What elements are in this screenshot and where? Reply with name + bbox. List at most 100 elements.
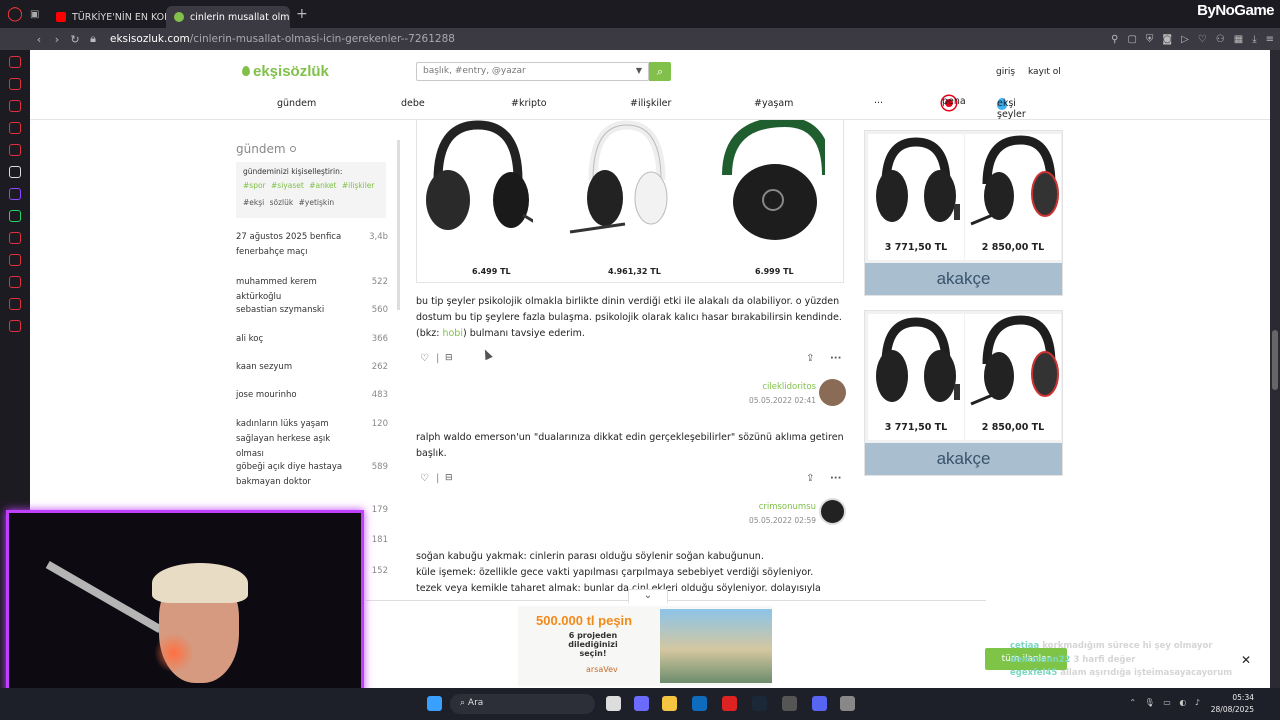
taskbar-clock[interactable]: 05:34 28/08/2025	[1211, 692, 1254, 716]
akakce-ad[interactable]: 3 771,50 TL 2 850,00 TL akakçe	[864, 310, 1063, 476]
list-item[interactable]: sebastian szymanski 560	[236, 303, 388, 318]
play-icon[interactable]: ▷	[1181, 34, 1189, 45]
taskbar-search[interactable]: ⌕ Ara	[450, 694, 595, 714]
nav-kripto[interactable]: #kripto	[511, 98, 547, 109]
favorite-icon[interactable]: ♡	[420, 473, 429, 484]
reload-icon[interactable]: ↻	[66, 33, 84, 46]
snapshot-icon[interactable]: ▢	[1127, 34, 1136, 45]
copilot-icon[interactable]	[634, 696, 649, 711]
url-field[interactable]: eksisozluk.com/cinlerin-musallat-olmasi-…	[110, 33, 455, 45]
entry-author[interactable]: cileklidoritos	[700, 382, 816, 392]
entry-date[interactable]: 05.05.2022 02:41	[700, 396, 816, 405]
file-explorer-icon[interactable]	[662, 696, 677, 711]
sidebar-spark-icon[interactable]	[9, 78, 21, 90]
bottom-banner-ad[interactable]: ⌄ 500.000 tl peşin 6 projeden dilediğini…	[366, 589, 986, 688]
avatar[interactable]	[819, 379, 846, 406]
minus-icon[interactable]: ⊟	[445, 353, 453, 363]
nav-gundem[interactable]: gündem	[277, 98, 316, 109]
gundem-settings-icon[interactable]	[289, 146, 296, 152]
settings-taskbar-icon[interactable]	[840, 696, 855, 711]
left-scrollbar[interactable]	[397, 140, 400, 310]
list-item[interactable]: kadınların lüks yaşam sağlayan herkese a…	[236, 417, 388, 462]
share-icon[interactable]: ⇪	[806, 473, 814, 484]
list-item[interactable]: göbeği açık diye hastaya bakmayan doktor…	[236, 460, 388, 490]
twitch-icon[interactable]	[9, 188, 21, 200]
camera-icon[interactable]: ◙	[1162, 34, 1172, 45]
tag-siyaset[interactable]: #siyaset	[271, 181, 304, 190]
tag-spor[interactable]: #spor	[243, 181, 266, 190]
list-item-title: kaan sezyum	[236, 362, 293, 372]
workspace-icon[interactable]: ▣	[30, 9, 48, 20]
music-icon[interactable]	[9, 254, 21, 266]
list-item[interactable]: kaan sezyum 262	[236, 360, 388, 375]
sidebar-arrow-icon[interactable]	[9, 166, 21, 178]
sidebar-cube-icon[interactable]	[9, 100, 21, 112]
avatar[interactable]	[819, 498, 846, 525]
list-item[interactable]: 27 ağustos 2025 benfica fenerbahçe maçı 3…	[236, 230, 388, 260]
share-icon[interactable]: ⇪	[806, 353, 814, 364]
tag-yetiskin[interactable]: #yetişkin	[299, 198, 334, 207]
tag-iliskiler[interactable]: #ilişkiler	[342, 181, 375, 190]
task-view-icon[interactable]	[606, 696, 621, 711]
eksisozluk-logo[interactable]: ekşisözlük	[242, 63, 329, 80]
outlook-icon[interactable]	[692, 696, 707, 711]
login-link[interactable]: giriş	[996, 67, 1015, 77]
tab-eksisozluk[interactable]: cinlerin musallat olması iç	[166, 6, 290, 28]
heart-icon[interactable]: ♡	[1198, 34, 1207, 45]
back-icon[interactable]: ‹	[30, 33, 48, 46]
tag-anket[interactable]: #anket	[309, 181, 336, 190]
search-button[interactable]: ⌕	[649, 62, 671, 81]
more-icon[interactable]: ···	[830, 353, 841, 364]
akakce-ad[interactable]: 3 771,50 TL 2 850,00 TL akakçe	[864, 130, 1063, 296]
menu-icon[interactable]: ≡	[1266, 34, 1274, 45]
tag-eksi-sozluk[interactable]: #ekşi sözlük	[243, 198, 293, 207]
search-input[interactable]: başlık, #entry, @yazar ▼	[416, 62, 649, 81]
cube-icon[interactable]	[9, 298, 21, 310]
page-scrollbar-thumb[interactable]	[1272, 330, 1278, 390]
nav-debe[interactable]: debe	[401, 98, 425, 109]
favorite-icon[interactable]: ♡	[420, 353, 429, 364]
new-tab-icon[interactable]: +	[296, 6, 308, 22]
shield-icon[interactable]: ⛨	[1146, 34, 1154, 45]
collapse-ad-chevron-icon[interactable]: ⌄	[628, 589, 668, 603]
opera-logo-icon[interactable]: ◯	[0, 0, 30, 28]
whatsapp-icon[interactable]	[9, 210, 21, 222]
discord-icon[interactable]	[812, 696, 827, 711]
sidebar-history-icon[interactable]	[9, 144, 21, 156]
opera-taskbar-icon[interactable]	[722, 696, 737, 711]
list-item[interactable]: muhammed kerem aktürkoğlu 522	[236, 275, 388, 305]
nav-iliskiler[interactable]: #ilişkiler	[630, 98, 671, 109]
settings-icon[interactable]	[9, 320, 21, 332]
entry-line: soğan kabuğu yakmak: cinlerin parası old…	[416, 551, 764, 562]
forward-icon[interactable]: ›	[48, 33, 66, 46]
windows-start-icon[interactable]	[427, 696, 442, 711]
chevron-down-icon[interactable]: ▼	[636, 66, 642, 75]
pin-icon[interactable]: ⚲	[1111, 34, 1118, 45]
extensions-icon[interactable]: ▦	[1234, 34, 1243, 45]
sidebar-m-icon[interactable]	[9, 122, 21, 134]
product-ad[interactable]: 6.499 TL 4.961,32 TL 6.999 TL	[416, 120, 844, 283]
clock-icon[interactable]	[9, 276, 21, 288]
app-icon[interactable]	[782, 696, 797, 711]
list-item[interactable]: ali koç 366	[236, 332, 388, 347]
list-item[interactable]: jose mourinho 483	[236, 388, 388, 403]
instagram-icon[interactable]	[9, 232, 21, 244]
entry-author[interactable]: crimsonumsu	[700, 502, 816, 512]
gundem-title-text: gündem	[236, 142, 286, 156]
tab-youtube[interactable]: TÜRKİYE'NİN EN KORKUN	[48, 6, 166, 28]
download-icon[interactable]: ⤓	[1252, 34, 1256, 45]
minus-icon[interactable]: ⊟	[445, 473, 453, 483]
nav-more[interactable]: ···	[874, 98, 883, 109]
steam-icon[interactable]	[752, 696, 767, 711]
sidebar-ai-icon[interactable]	[9, 56, 21, 68]
more-icon[interactable]: ···	[830, 473, 841, 484]
register-link[interactable]: kayıt ol	[1028, 67, 1061, 77]
url-path: /cinlerin-musallat-olmasi-icin-gerekenle…	[189, 33, 455, 45]
entry-date[interactable]: 05.05.2022 02:59	[700, 516, 816, 525]
streamer-hair-image	[152, 563, 248, 603]
bkz-link[interactable]: hobi	[442, 328, 463, 339]
nav-yasam[interactable]: #yaşam	[754, 98, 793, 109]
gundem-title[interactable]: gündem	[236, 142, 296, 156]
system-tray[interactable]: ⌃ 🎙 ▭ ◐ ♪	[1129, 698, 1200, 707]
profile-icon[interactable]: ⚇	[1216, 34, 1225, 45]
